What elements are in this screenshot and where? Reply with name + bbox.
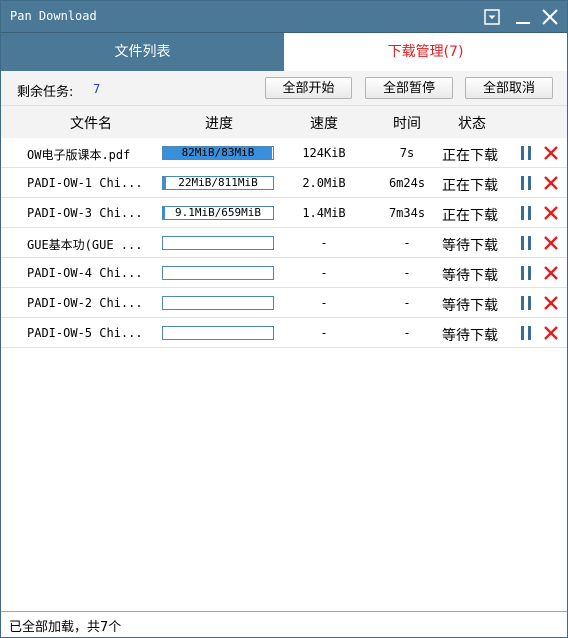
window-title: Pan Download [10, 9, 97, 23]
download-speed: - [320, 326, 328, 340]
remaining-tasks-label: 剩余任务: [17, 85, 74, 100]
column-header-status[interactable]: 状态 [449, 113, 495, 133]
cancel-icon[interactable] [543, 145, 559, 161]
pause-icon[interactable] [518, 265, 534, 281]
download-status: 等待下载 [442, 328, 498, 344]
pause-icon[interactable] [518, 325, 534, 341]
progress-bar: 22MiB/811MiB [162, 176, 274, 190]
column-header-time[interactable]: 时间 [385, 113, 429, 133]
download-row[interactable]: PADI-OW-2 Chi... - - 等待下载 [1, 288, 567, 318]
download-speed: - [320, 296, 328, 310]
download-status: 正在下载 [442, 148, 498, 164]
download-row[interactable]: PADI-OW-5 Chi... - - 等待下载 [1, 318, 567, 348]
cancel-icon[interactable] [543, 205, 559, 221]
time-remaining: 7m34s [388, 206, 426, 220]
pause-all-button[interactable]: 全部暂停 [365, 77, 453, 99]
cancel-icon[interactable] [543, 325, 559, 341]
pause-icon[interactable] [518, 205, 534, 221]
progress-text: 22MiB/811MiB [178, 176, 258, 189]
file-name: PADI-OW-2 Chi... [27, 296, 143, 310]
download-speed: - [320, 266, 328, 280]
progress-bar [162, 296, 274, 310]
progress-bar: 9.1MiB/659MiB [162, 206, 274, 220]
tab-file-list[interactable]: 文件列表 [1, 33, 284, 71]
cancel-icon[interactable] [543, 295, 559, 311]
file-name: PADI-OW-1 Chi... [27, 176, 143, 190]
progress-bar [162, 266, 274, 280]
download-row[interactable]: PADI-OW-1 Chi... 22MiB/811MiB 2.0MiB 6m2… [1, 168, 567, 198]
time-remaining: - [403, 296, 411, 310]
progress-bar [162, 236, 274, 250]
column-header-progress[interactable]: 进度 [191, 113, 247, 133]
download-speed: 1.4MiB [302, 206, 346, 220]
download-speed: 124KiB [302, 146, 346, 160]
pause-icon[interactable] [518, 145, 534, 161]
file-name: GUE基本功(GUE ... [27, 238, 143, 252]
pause-icon[interactable] [518, 235, 534, 251]
pause-icon[interactable] [518, 175, 534, 191]
download-row[interactable]: PADI-OW-4 Chi... - - 等待下载 [1, 258, 567, 288]
download-row[interactable]: GUE基本功(GUE ... - - 等待下载 [1, 228, 567, 258]
cancel-icon[interactable] [543, 265, 559, 281]
download-speed: - [320, 236, 328, 250]
remaining-tasks-count: 7 [93, 82, 101, 96]
list-header: 文件名 进度 速度 时间 状态 [1, 105, 567, 139]
time-remaining: 6m24s [388, 176, 426, 190]
file-name: PADI-OW-4 Chi... [27, 266, 143, 280]
cancel-icon[interactable] [543, 175, 559, 191]
time-remaining: - [403, 266, 411, 280]
tab-download-manager[interactable]: 下载管理(7) [284, 33, 567, 71]
column-header-speed[interactable]: 速度 [301, 113, 347, 133]
time-remaining: - [403, 236, 411, 250]
time-remaining: - [403, 326, 411, 340]
download-status: 等待下载 [442, 268, 498, 284]
progress-bar [162, 326, 274, 340]
pause-icon[interactable] [518, 295, 534, 311]
download-status: 等待下载 [442, 298, 498, 314]
menu-dropdown-icon[interactable] [481, 6, 503, 28]
column-header-name[interactable]: 文件名 [61, 113, 121, 133]
download-row[interactable]: OW电子版课本.pdf 82MiB/83MiB 124KiB 7s 正在下载 [1, 138, 567, 168]
file-name: PADI-OW-5 Chi... [27, 326, 143, 340]
progress-text: 82MiB/83MiB [181, 146, 255, 159]
download-status: 正在下载 [442, 178, 498, 194]
cancel-icon[interactable] [543, 235, 559, 251]
download-toolbar: 剩余任务: 7 全部开始 全部暂停 全部取消 [1, 71, 567, 105]
progress-text: 9.1MiB/659MiB [174, 206, 262, 219]
download-row[interactable]: PADI-OW-3 Chi... 9.1MiB/659MiB 1.4MiB 7m… [1, 198, 567, 228]
status-message: 已全部加载，共7个 [9, 620, 122, 635]
progress-bar: 82MiB/83MiB [162, 146, 274, 160]
file-name: OW电子版课本.pdf [27, 148, 131, 162]
file-name: PADI-OW-3 Chi... [27, 206, 143, 220]
download-status: 等待下载 [442, 238, 498, 254]
cancel-all-button[interactable]: 全部取消 [465, 77, 553, 99]
time-remaining: 7s [399, 146, 415, 160]
download-list[interactable]: OW电子版课本.pdf 82MiB/83MiB 124KiB 7s 正在下载 P… [1, 138, 567, 610]
title-bar[interactable]: Pan Download [1, 1, 567, 33]
status-bar: 已全部加载，共7个 [1, 611, 567, 637]
app-window: Pan Download 文件列表 下载管理(7) 剩余任务: 7 全部开始 全… [0, 0, 568, 638]
tab-bar: 文件列表 下载管理(7) [1, 33, 567, 71]
minimize-icon[interactable] [512, 6, 534, 28]
start-all-button[interactable]: 全部开始 [265, 77, 352, 99]
close-icon[interactable] [539, 6, 561, 28]
download-speed: 2.0MiB [302, 176, 346, 190]
download-status: 正在下载 [442, 208, 498, 224]
